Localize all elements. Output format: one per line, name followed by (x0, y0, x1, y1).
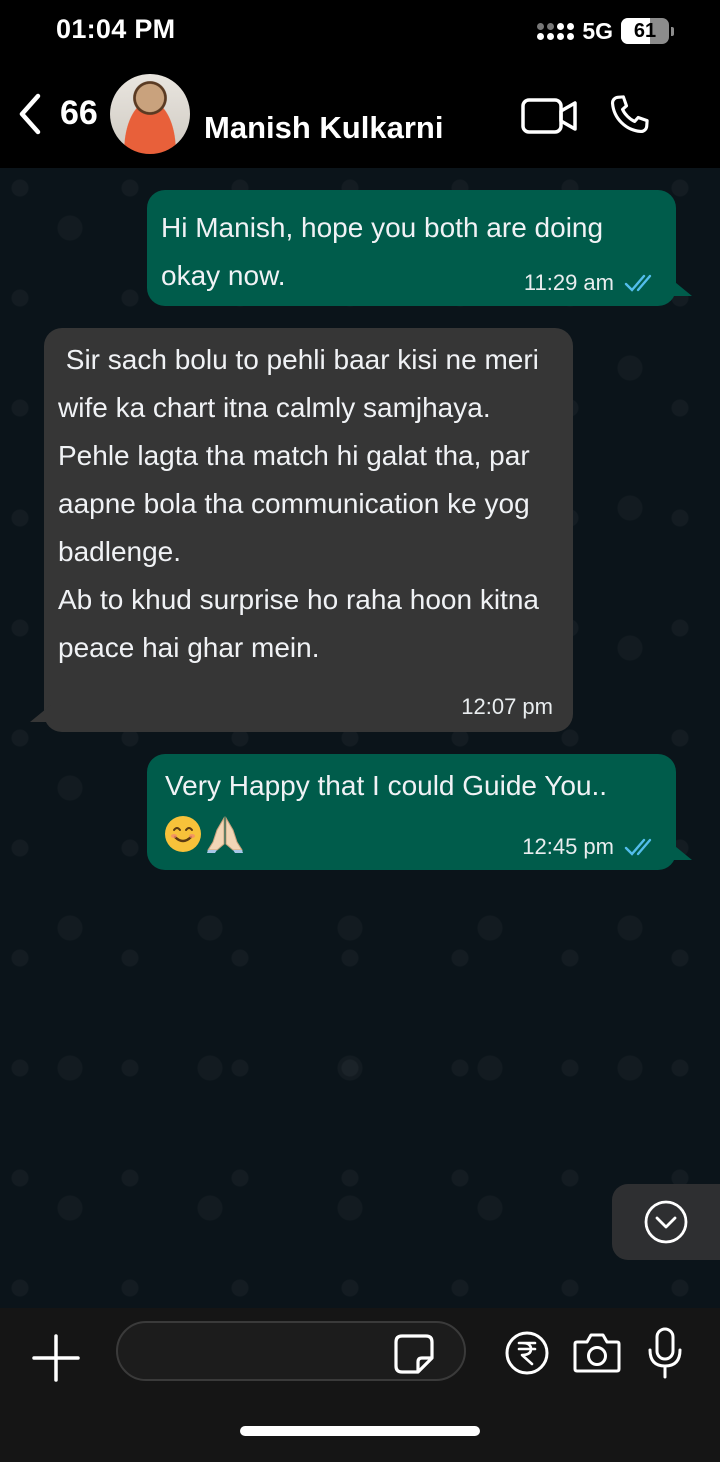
message-meta: 11:29 am (524, 270, 658, 296)
message-text: Very Happy that I could Guide You.. (165, 770, 608, 801)
signal-icon (537, 22, 575, 40)
back-button[interactable] (14, 92, 46, 136)
payment-button[interactable] (504, 1330, 550, 1376)
chat-area[interactable]: Hi Manish, hope you both are doing okay … (0, 168, 720, 1308)
folded-hands-emoji (207, 816, 243, 853)
rupee-icon (505, 1331, 549, 1375)
unread-count[interactable]: 66 (60, 94, 98, 133)
message-bubble-incoming[interactable]: Sir sach bolu to pehli baar kisi ne meri… (44, 328, 573, 732)
message-bubble-outgoing[interactable]: Hi Manish, hope you both are doing okay … (147, 190, 676, 306)
message-time: 12:07 pm (461, 694, 553, 719)
camera-button[interactable] (572, 1330, 622, 1376)
input-bar (0, 1308, 720, 1462)
read-ticks-icon (624, 274, 652, 292)
message-meta: 12:07 pm (461, 694, 553, 720)
phone-icon (610, 95, 649, 134)
status-indicators: 5G 61 (537, 16, 674, 46)
plus-icon (32, 1334, 80, 1382)
battery-percent: 61 (633, 19, 657, 42)
battery-icon: 61 (621, 18, 669, 44)
video-call-icon (521, 98, 577, 134)
camera-icon (573, 1333, 621, 1373)
status-time: 01:04 PM (56, 14, 176, 44)
voice-message-button[interactable] (646, 1326, 684, 1380)
status-bar: 01:04 PM 5G 61 (0, 0, 720, 62)
sticker-button[interactable] (392, 1332, 436, 1376)
message-time: 12:45 pm (522, 834, 614, 859)
read-ticks-icon (624, 838, 652, 856)
back-chevron-icon (19, 93, 41, 135)
sticker-icon (394, 1334, 434, 1374)
avatar[interactable] (110, 74, 190, 154)
chat-header: 66 Manish Kulkarni (0, 62, 720, 168)
network-type: 5G (582, 17, 613, 44)
voice-call-button[interactable] (604, 90, 654, 140)
message-text: Sir sach bolu to pehli baar kisi ne meri… (58, 344, 539, 663)
scroll-to-bottom-button[interactable] (612, 1184, 720, 1260)
chevron-down-icon (644, 1200, 688, 1244)
mic-icon (648, 1327, 682, 1379)
message-meta: 12:45 pm (522, 834, 658, 860)
smiling-face-emoji (165, 816, 201, 852)
attach-button[interactable] (30, 1332, 82, 1384)
message-time: 11:29 am (523, 270, 614, 295)
home-indicator[interactable] (240, 1426, 480, 1436)
video-call-button[interactable] (520, 96, 578, 136)
message-bubble-outgoing[interactable]: Very Happy that I could Guide You.. 12:4… (147, 754, 676, 870)
contact-name[interactable]: Manish Kulkarni (204, 110, 443, 146)
